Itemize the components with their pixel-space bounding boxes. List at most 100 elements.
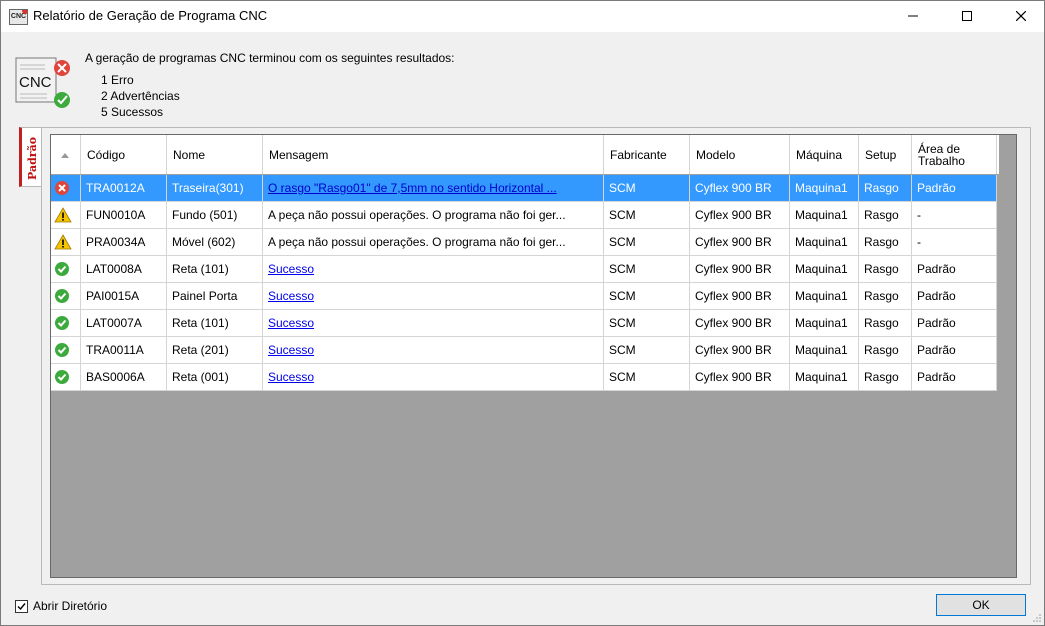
grid-header: Código Nome Mensagem Fabricante Modelo M… xyxy=(51,135,1016,175)
cell-area: Padrão xyxy=(912,256,997,283)
cell-setup: Rasgo xyxy=(859,310,912,337)
cell-modelo: Cyflex 900 BR xyxy=(690,364,790,391)
open-directory-checkbox[interactable] xyxy=(15,599,28,613)
cell-area: Padrão xyxy=(912,175,997,202)
table-row[interactable]: TRA0012A Traseira(301) O rasgo "Rasgo01" d… xyxy=(51,175,997,202)
message-link[interactable]: Sucesso xyxy=(268,316,314,330)
column-header-status[interactable] xyxy=(51,135,81,174)
table-row[interactable]: PAI0015A Painel Porta Sucesso SCM Cyflex 900… xyxy=(51,283,997,310)
cell-setup: Rasgo xyxy=(859,175,912,202)
message-link[interactable]: O rasgo "Rasgo01" de 7,5mm no sentido Ho… xyxy=(268,181,557,195)
cell-maquina: Maquina1 xyxy=(790,229,859,256)
table-row[interactable]: LAT0007A Reta (101) Sucesso SCM Cyflex 900 B… xyxy=(51,310,997,337)
open-directory-label[interactable]: Abrir Diretório xyxy=(33,599,107,613)
column-header-codigo[interactable]: Código xyxy=(81,135,167,174)
maximize-icon xyxy=(962,11,972,21)
svg-text:CNC: CNC xyxy=(19,74,52,91)
cell-area: Padrão xyxy=(912,283,997,310)
close-icon xyxy=(1016,11,1026,21)
cell-maquina: Maquina1 xyxy=(790,337,859,364)
column-header-area[interactable]: Área de Trabalho xyxy=(912,135,997,174)
cell-area: - xyxy=(912,229,997,256)
success-status-icon xyxy=(51,364,81,391)
table-row[interactable]: TRA0011A Reta (201) Sucesso SCM Cyflex 900 B… xyxy=(51,337,997,364)
cell-mensagem[interactable]: Sucesso xyxy=(263,283,604,310)
cell-codigo: FUN0010A xyxy=(81,202,167,229)
title-bar: CNC Relatório de Geração de Programa CNC xyxy=(1,1,1044,32)
column-header-fabricante[interactable]: Fabricante xyxy=(604,135,690,174)
message-link[interactable]: Sucesso xyxy=(268,289,314,303)
cell-fabricante: SCM xyxy=(604,364,690,391)
table-row[interactable]: BAS0006A Reta (001) Sucesso SCM Cyflex 900 B… xyxy=(51,364,997,391)
cell-mensagem[interactable]: Sucesso xyxy=(263,337,604,364)
close-button[interactable] xyxy=(998,1,1044,32)
success-status-icon xyxy=(51,256,81,283)
ok-button[interactable]: OK xyxy=(936,594,1026,616)
cell-nome: Reta (101) xyxy=(167,256,263,283)
cell-fabricante: SCM xyxy=(604,256,690,283)
cell-maquina: Maquina1 xyxy=(790,310,859,337)
column-header-mensagem[interactable]: Mensagem xyxy=(263,135,604,174)
cnc-report-icon: CNC xyxy=(15,56,70,112)
cell-mensagem: A peça não possui operações. O programa … xyxy=(263,229,604,256)
summary-heading: A geração de programas CNC terminou com … xyxy=(85,51,455,65)
cell-maquina: Maquina1 xyxy=(790,364,859,391)
message-link[interactable]: Sucesso xyxy=(268,262,314,276)
cell-codigo: PAI0015A xyxy=(81,283,167,310)
grid-scrollbar-area xyxy=(999,135,1016,577)
cell-nome: Reta (001) xyxy=(167,364,263,391)
minimize-button[interactable] xyxy=(890,1,936,32)
column-header-maquina[interactable]: Máquina xyxy=(790,135,859,174)
cell-codigo: LAT0008A xyxy=(81,256,167,283)
cell-maquina: Maquina1 xyxy=(790,283,859,310)
open-directory-checkbox-group[interactable]: Abrir Diretório xyxy=(15,598,107,614)
error-dot-icon xyxy=(22,10,27,14)
table-row[interactable]: LAT0008A Reta (101) Sucesso SCM Cyflex 900 B… xyxy=(51,256,997,283)
cell-modelo: Cyflex 900 BR xyxy=(690,256,790,283)
cell-setup: Rasgo xyxy=(859,283,912,310)
cell-setup: Rasgo xyxy=(859,256,912,283)
cell-fabricante: SCM xyxy=(604,283,690,310)
cell-setup: Rasgo xyxy=(859,364,912,391)
table-row[interactable]: PRA0034A Móvel (602) A peça não possui ope… xyxy=(51,229,997,256)
cell-area: Padrão xyxy=(912,310,997,337)
warning-status-icon xyxy=(51,229,81,256)
cell-nome: Painel Porta xyxy=(167,283,263,310)
tab-padrao-label: Padrão xyxy=(26,136,39,180)
cell-codigo: BAS0006A xyxy=(81,364,167,391)
report-window: CNC Relatório de Geração de Programa CNC… xyxy=(0,0,1045,626)
cell-codigo: PRA0034A xyxy=(81,229,167,256)
minimize-icon xyxy=(908,15,918,17)
message-link[interactable]: Sucesso xyxy=(268,343,314,357)
column-header-nome[interactable]: Nome xyxy=(167,135,263,174)
app-icon-text: CNC xyxy=(10,13,27,20)
cell-area: Padrão xyxy=(912,337,997,364)
cell-fabricante: SCM xyxy=(604,175,690,202)
cell-modelo: Cyflex 900 BR xyxy=(690,337,790,364)
cell-modelo: Cyflex 900 BR xyxy=(690,175,790,202)
cell-maquina: Maquina1 xyxy=(790,256,859,283)
cell-nome: Móvel (602) xyxy=(167,229,263,256)
cell-mensagem[interactable]: Sucesso xyxy=(263,310,604,337)
cell-setup: Rasgo xyxy=(859,337,912,364)
cnc-app-icon: CNC xyxy=(9,9,28,25)
resize-grip-icon[interactable] xyxy=(1032,613,1042,623)
cell-nome: Fundo (501) xyxy=(167,202,263,229)
summary-successes: 5 Sucessos xyxy=(101,105,164,119)
column-header-modelo[interactable]: Modelo xyxy=(690,135,790,174)
cell-mensagem[interactable]: O rasgo "Rasgo01" de 7,5mm no sentido Ho… xyxy=(263,175,604,202)
cell-mensagem[interactable]: Sucesso xyxy=(263,256,604,283)
table-row[interactable]: FUN0010A Fundo (501) A peça não possui ope… xyxy=(51,202,997,229)
summary-errors: 1 Erro xyxy=(101,73,134,87)
success-status-icon xyxy=(51,283,81,310)
cell-modelo: Cyflex 900 BR xyxy=(690,283,790,310)
cell-mensagem[interactable]: Sucesso xyxy=(263,364,604,391)
maximize-button[interactable] xyxy=(944,1,990,32)
error-status-icon xyxy=(51,175,81,202)
message-link[interactable]: Sucesso xyxy=(268,370,314,384)
cell-fabricante: SCM xyxy=(604,337,690,364)
cell-fabricante: SCM xyxy=(604,229,690,256)
summary-warnings: 2 Advertências xyxy=(101,89,180,103)
success-status-icon xyxy=(51,310,81,337)
column-header-setup[interactable]: Setup xyxy=(859,135,912,174)
